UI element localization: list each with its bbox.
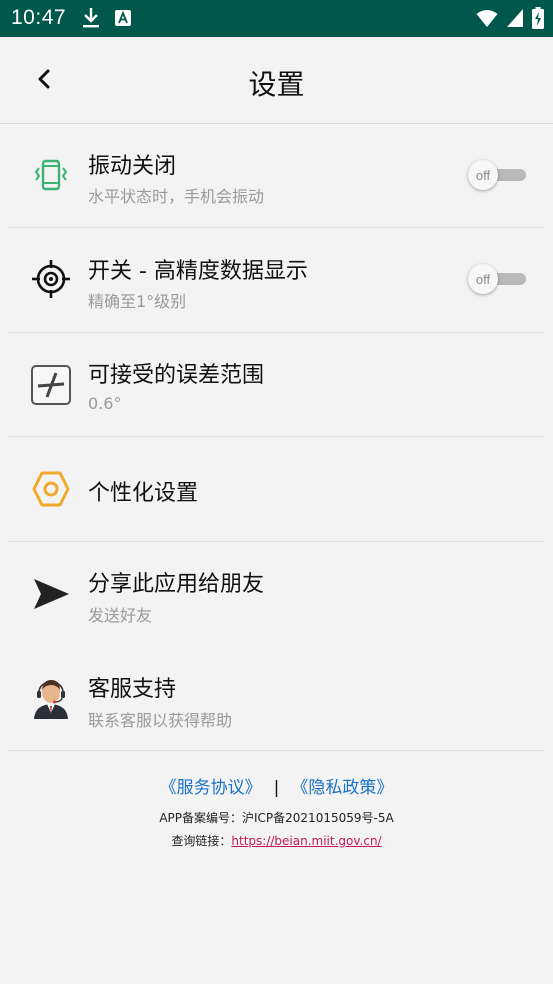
app-bar: 设置 [0,37,553,123]
setting-title: 开关 - 高精度数据显示 [88,259,308,284]
setting-subtitle: 联系客服以获得帮助 [88,711,233,730]
icp-record: APP备案编号：沪ICP备2021015059号-5A [0,809,553,826]
phone-vibrate-icon [28,152,74,198]
battery-charging-icon [532,7,544,33]
footer-links: 《服务协议》 | 《隐私政策》 [0,773,553,798]
setting-precision[interactable]: 开关 - 高精度数据显示 精确至1°级别 off [0,228,553,332]
setting-title: 个性化设置 [88,481,199,506]
link-separator: | [273,778,280,798]
setting-support[interactable]: 客服支持 联系客服以获得帮助 [0,646,553,750]
setting-personalize[interactable]: 个性化设置 [0,437,553,541]
signal-icon [506,8,524,32]
setting-tolerance[interactable]: 可接受的误差范围 0.6° [0,333,553,436]
setting-title: 振动关闭 [88,154,177,179]
query-url-link[interactable]: https://beian.miit.gov.cn/ [231,834,381,848]
tolerance-icon [28,362,74,408]
wifi-icon [476,8,498,32]
page-title: 设置 [248,68,305,101]
setting-subtitle: 水平状态时，手机会振动 [88,187,265,206]
download-icon [82,7,100,33]
setting-title: 可接受的误差范围 [88,363,265,388]
status-time: 10:47 [11,6,67,29]
hex-nut-icon [28,466,74,512]
toggle-knob: off [468,264,498,294]
send-icon [28,571,74,617]
service-agreement-link[interactable]: 《服务协议》 [160,778,262,798]
icp-query: 查询链接：https://beian.miit.gov.cn/ [0,832,553,849]
crosshair-target-icon [28,256,74,302]
setting-title: 客服支持 [88,677,177,702]
vibration-toggle[interactable]: off [468,160,526,190]
privacy-policy-link[interactable]: 《隐私政策》 [291,778,393,798]
setting-vibration[interactable]: 振动关闭 水平状态时，手机会振动 off [0,124,553,227]
setting-title: 分享此应用给朋友 [88,572,265,597]
row-divider [8,750,545,751]
icp-label: APP备案编号： [159,811,242,825]
setting-subtitle: 0.6° [88,394,122,413]
icp-number: 沪ICP备2021015059号-5A [242,811,394,825]
toggle-knob: off [468,160,498,190]
setting-subtitle: 发送好友 [88,606,153,625]
query-label: 查询链接： [171,834,232,848]
precision-toggle[interactable]: off [468,264,526,294]
setting-share[interactable]: 分享此应用给朋友 发送好友 [0,542,553,646]
status-bar: 10:47 [0,0,553,37]
customer-service-avatar-icon [28,675,74,721]
keyboard-a-icon [114,9,132,31]
setting-subtitle: 精确至1°级别 [88,292,187,311]
